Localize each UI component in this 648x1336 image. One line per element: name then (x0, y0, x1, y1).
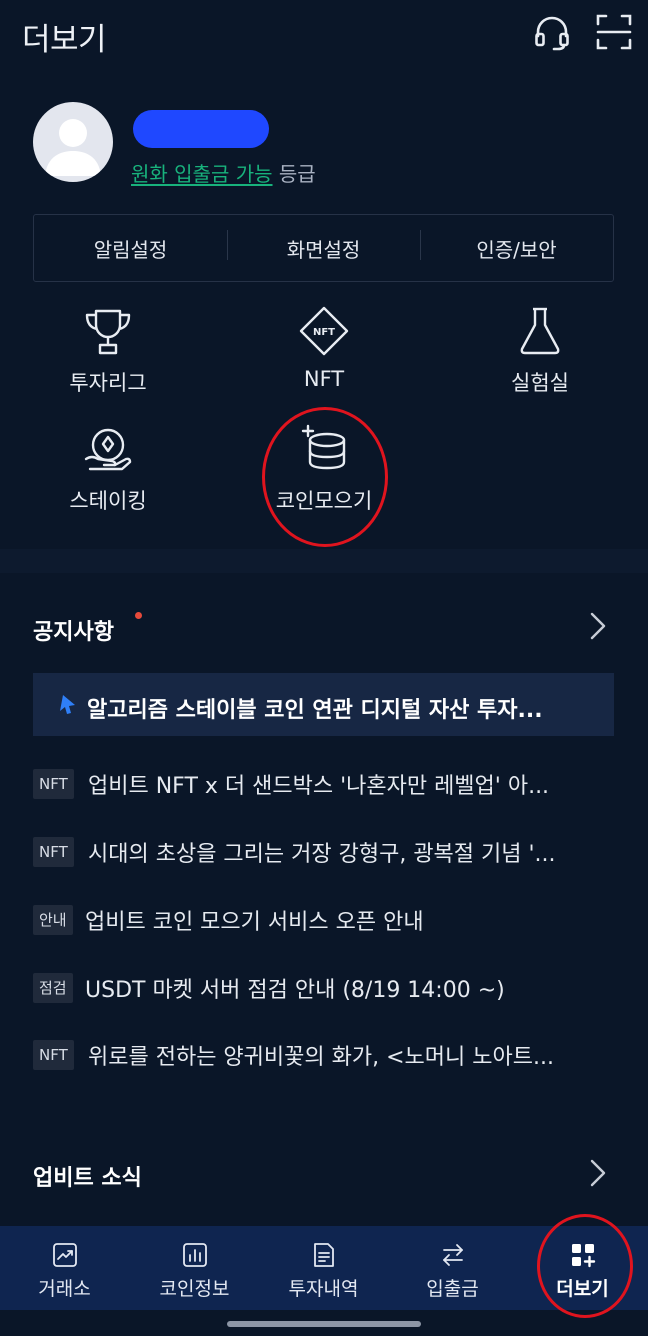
tab-deposit-withdraw[interactable]: 입출금 (388, 1226, 517, 1310)
nft-icon: NFT (299, 306, 349, 356)
redacted-username (133, 110, 269, 148)
section-divider (0, 549, 648, 573)
document-icon (313, 1243, 334, 1267)
qr-scan-icon[interactable] (596, 14, 634, 52)
display-settings-button[interactable]: 화면설정 (227, 229, 420, 263)
notice-item[interactable]: 점검 USDT 마켓 서버 점검 안내 (8/19 14:00 ~) (33, 970, 613, 1008)
page-title: 더보기 (22, 22, 107, 58)
home-indicator[interactable] (227, 1321, 421, 1327)
tab-coin-info[interactable]: 코인정보 (130, 1226, 259, 1310)
security-settings-button[interactable]: 인증/보안 (420, 229, 613, 263)
flask-icon (520, 307, 560, 355)
headset-icon[interactable] (533, 14, 571, 52)
grade-suffix: 등급 (272, 162, 316, 186)
notice-section-title[interactable]: 공지사항 (33, 614, 114, 646)
feature-nft[interactable]: NFT NFT (234, 305, 414, 391)
pinned-notice-text: 알고리즘 스테이블 코인 연관 디지털 자산 투자... (87, 698, 543, 723)
avatar (33, 102, 113, 182)
notice-tag: NFT (33, 837, 74, 867)
notice-item[interactable]: NFT 업비트 NFT x 더 샌드박스 '나혼자만 레벨업' 아... (33, 766, 613, 804)
notice-text: USDT 마켓 서버 점검 안내 (8/19 14:00 ~) (85, 978, 505, 1003)
notice-item[interactable]: NFT 시대의 초상을 그리는 거장 강형구, 광복절 기념 '... (33, 834, 613, 872)
notice-text: 시대의 초상을 그리는 거장 강형구, 광복절 기념 '... (88, 842, 556, 867)
notice-tag: NFT (33, 769, 74, 799)
transfer-icon (442, 1244, 463, 1266)
chevron-right-icon[interactable] (588, 611, 608, 641)
tab-investment-history[interactable]: 투자내역 (259, 1226, 388, 1310)
notice-tag: 안내 (33, 905, 73, 935)
feature-lab[interactable]: 실험실 (450, 305, 630, 397)
tab-label: 거래소 (38, 1278, 91, 1300)
profile-card[interactable]: 원화 입출금 가능 등급 (33, 102, 613, 192)
new-badge-dot (135, 612, 142, 619)
tab-label: 코인정보 (159, 1278, 230, 1300)
news-section-title[interactable]: 업비트 소식 (33, 1160, 142, 1192)
notice-item[interactable]: NFT 위로를 전하는 양귀비꽃의 화가, <노머니 노아트... (33, 1037, 613, 1075)
feature-label: NFT (303, 367, 345, 391)
feature-label: 실험실 (511, 371, 569, 395)
trophy-icon (85, 309, 131, 355)
grade-line: 원화 입출금 가능 등급 (131, 158, 316, 187)
feature-staking[interactable]: 스테이킹 (18, 423, 198, 515)
staking-icon (84, 428, 132, 471)
notice-text: 업비트 코인 모으기 서비스 오픈 안내 (85, 910, 424, 935)
pinned-notice[interactable]: 알고리즘 스테이블 코인 연관 디지털 자산 투자... (33, 673, 614, 736)
tab-exchange[interactable]: 거래소 (0, 1226, 129, 1310)
header: 더보기 (0, 0, 648, 70)
svg-text:NFT: NFT (313, 327, 335, 338)
notice-tag: 점검 (33, 973, 73, 1003)
notice-item[interactable]: 안내 업비트 코인 모으기 서비스 오픈 안내 (33, 902, 613, 940)
grade-link[interactable]: 원화 입출금 가능 (131, 162, 273, 186)
tab-label: 입출금 (426, 1278, 479, 1300)
tab-label: 투자내역 (288, 1278, 359, 1300)
settings-row: 알림설정 화면설정 인증/보안 (33, 214, 614, 282)
chart-icon (52, 1243, 77, 1267)
feature-label: 스테이킹 (69, 489, 147, 513)
notice-text: 업비트 NFT x 더 샌드박스 '나혼자만 레벨업' 아... (88, 774, 550, 799)
notification-settings-button[interactable]: 알림설정 (34, 234, 227, 263)
pin-icon (60, 695, 75, 714)
notice-tag: NFT (33, 1040, 74, 1070)
feature-investment-league[interactable]: 투자리그 (18, 305, 198, 397)
notice-text: 위로를 전하는 양귀비꽃의 화가, <노머니 노아트... (88, 1045, 554, 1070)
feature-label: 투자리그 (69, 371, 147, 395)
highlight-circle (262, 407, 388, 547)
highlight-circle (537, 1214, 633, 1318)
chevron-right-icon[interactable] (588, 1158, 608, 1188)
bar-chart-icon (182, 1243, 207, 1267)
